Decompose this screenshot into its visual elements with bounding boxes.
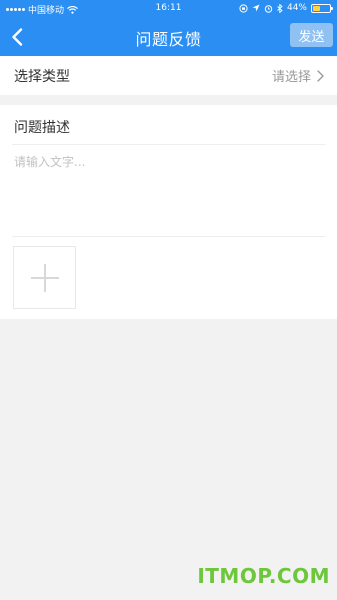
alarm-icon [264,4,273,13]
location-icon [252,4,260,12]
plus-icon [30,263,59,292]
description-input[interactable] [12,149,324,237]
type-label: 选择类型 [14,68,70,85]
select-type-row[interactable]: 选择类型 请选择 [0,56,337,95]
orientation-lock-icon [239,3,248,13]
battery-icon [311,3,333,13]
send-button[interactable]: 发送 [290,23,333,47]
battery-percent: 44% [286,3,307,13]
add-image-button[interactable] [13,246,76,309]
type-value: 请选择 [271,70,311,85]
type-selector[interactable]: 请选择 [272,66,324,85]
status-bar: 中国移动 16:11 44% [0,0,337,18]
watermark: ITMOP.COM [197,564,330,588]
nav-bar: 问题反馈 发送 [0,18,337,56]
header: 中国移动 16:11 44% 问题反馈 发送 [0,0,337,56]
description-title: 问题描述 [14,120,70,136]
divider [12,236,325,237]
feedback-screen: 中国移动 16:11 44% 问题反馈 发送 选择类型 请选择 问题描述 请输入… [0,0,337,600]
page-title: 问题反馈 [135,30,202,49]
divider [12,144,325,145]
description-section: 问题描述 [0,105,337,319]
battery-level [313,5,320,11]
chevron-right-icon [317,69,324,82]
status-right: 44% [239,3,333,13]
bluetooth-icon [277,3,283,13]
